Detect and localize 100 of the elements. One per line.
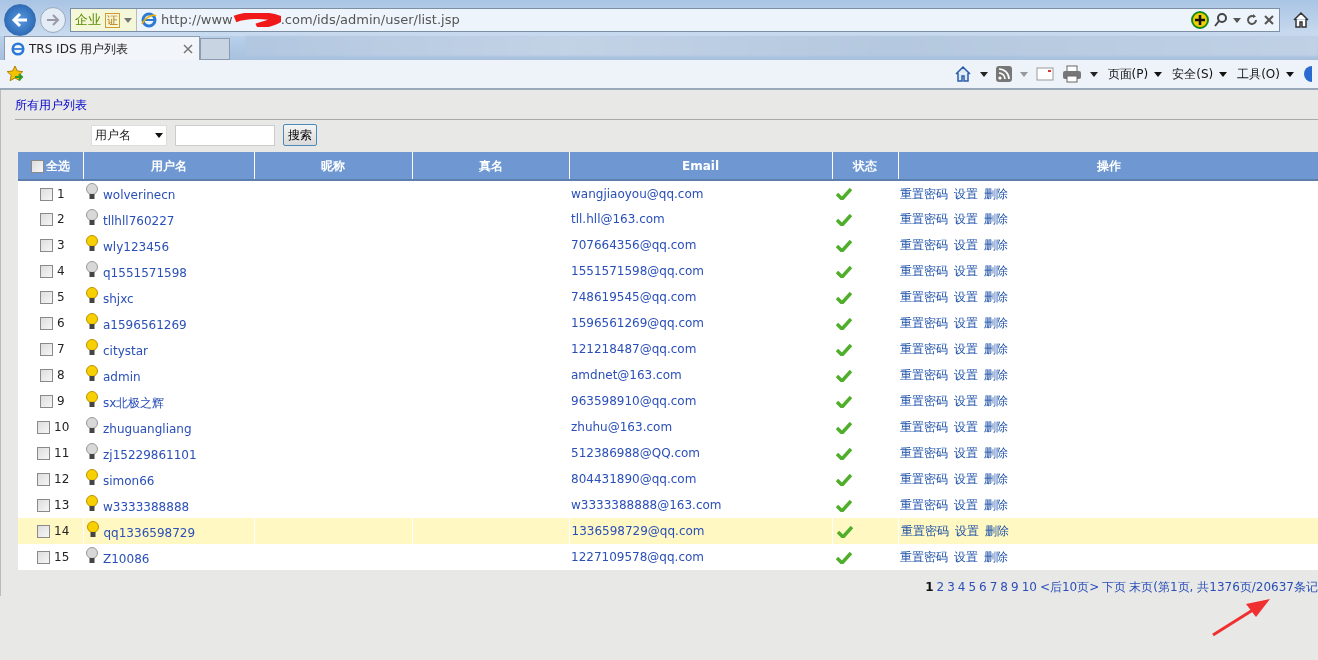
action-link[interactable]: 重置密码 <box>900 420 948 434</box>
checkbox[interactable] <box>37 473 50 486</box>
menu-button[interactable]: 安全(S) <box>1170 65 1216 83</box>
printer-icon[interactable] <box>1061 65 1082 83</box>
page-link[interactable]: 7 <box>989 580 998 594</box>
email-link[interactable]: zhuhu@163.com <box>571 420 673 434</box>
username-link[interactable]: wly123456 <box>103 239 170 254</box>
username-link[interactable]: a1596561269 <box>103 317 187 332</box>
action-link[interactable]: 删除 <box>984 290 1008 304</box>
email-link[interactable]: 512386988@QQ.com <box>571 446 701 460</box>
caret-icon[interactable] <box>979 71 988 77</box>
username-link[interactable]: Z10086 <box>103 551 150 566</box>
email-link[interactable]: tll.hll@163.com <box>571 212 665 226</box>
action-link[interactable]: 重置密码 <box>900 524 949 538</box>
checkbox[interactable] <box>40 265 53 278</box>
action-link[interactable]: 设置 <box>954 316 978 330</box>
search-field[interactable] <box>175 124 275 146</box>
action-link[interactable]: 删除 <box>984 342 1008 356</box>
page-link[interactable]: 3 <box>947 580 955 594</box>
page-link[interactable]: 4 <box>957 580 966 594</box>
page-link[interactable]: 末页 <box>1129 580 1154 594</box>
caret-icon[interactable] <box>1233 17 1241 23</box>
username-link[interactable]: citystar <box>103 343 148 358</box>
caret-icon[interactable] <box>1089 71 1098 77</box>
checkbox[interactable] <box>37 447 50 460</box>
action-link[interactable]: 设置 <box>954 394 978 408</box>
help-icon[interactable] <box>1302 65 1312 83</box>
refresh-icon[interactable] <box>1245 13 1259 27</box>
action-link[interactable]: 设置 <box>954 212 978 226</box>
checkbox[interactable] <box>40 239 53 252</box>
action-link[interactable]: 删除 <box>984 316 1008 330</box>
action-link[interactable]: 设置 <box>954 550 978 564</box>
page-link[interactable]: 10 <box>1021 580 1037 594</box>
browser-tab[interactable]: TRS IDS 用户列表 <box>4 36 200 60</box>
action-link[interactable]: 重置密码 <box>900 368 948 382</box>
checkbox[interactable] <box>37 525 50 538</box>
action-link[interactable]: 删除 <box>984 446 1008 460</box>
action-link[interactable]: 重置密码 <box>900 186 948 201</box>
username-link[interactable]: zhuguangliang <box>103 421 192 436</box>
caret-icon[interactable] <box>1219 71 1228 77</box>
checkbox[interactable] <box>40 395 53 408</box>
username-link[interactable]: simon66 <box>103 473 155 488</box>
menu-button[interactable]: 工具(O) <box>1235 65 1282 83</box>
action-link[interactable]: 设置 <box>954 342 978 356</box>
action-link[interactable]: 设置 <box>954 186 978 201</box>
back-button[interactable] <box>4 4 36 36</box>
email-link[interactable]: 1227109578@qq.com <box>571 550 705 564</box>
checkbox[interactable] <box>37 499 50 512</box>
page-link[interactable]: 下页 <box>1102 580 1127 594</box>
field-select[interactable]: 用户名 <box>91 124 167 146</box>
page-link[interactable]: 8 <box>1000 580 1008 594</box>
checkbox[interactable] <box>40 291 53 304</box>
address-bar[interactable]: 企业 证 http://www .com/ids/admin/user/list.jsp <box>70 8 1280 32</box>
email-link[interactable]: 1596561269@qq.com <box>571 316 705 330</box>
action-link[interactable]: 设置 <box>954 472 978 486</box>
action-link[interactable]: 设置 <box>954 368 978 382</box>
caret-icon[interactable] <box>1286 71 1294 77</box>
username-link[interactable]: admin <box>103 369 141 384</box>
action-link[interactable]: 重置密码 <box>900 394 948 408</box>
email-link[interactable]: wangjiaoyou@qq.com <box>571 186 704 201</box>
action-link[interactable]: 删除 <box>984 472 1008 486</box>
checkbox[interactable] <box>37 421 50 434</box>
action-link[interactable]: 删除 <box>984 238 1008 252</box>
close-icon[interactable] <box>183 43 193 54</box>
action-link[interactable]: 删除 <box>984 498 1008 512</box>
action-link[interactable]: 删除 <box>984 394 1008 408</box>
page-link[interactable]: <后10页> <box>1039 580 1100 594</box>
action-link[interactable]: 重置密码 <box>900 446 948 460</box>
action-link[interactable]: 设置 <box>954 524 979 538</box>
action-link[interactable]: 设置 <box>954 238 978 252</box>
home-icon[interactable] <box>953 65 972 83</box>
page-link[interactable]: 2 <box>936 580 945 594</box>
menu-button[interactable]: 页面(P) <box>1105 65 1151 83</box>
checkbox[interactable] <box>40 213 53 226</box>
action-link[interactable]: 删除 <box>984 368 1008 382</box>
action-link[interactable]: 删除 <box>984 212 1008 226</box>
action-link[interactable]: 设置 <box>954 420 978 434</box>
page-link[interactable]: 9 <box>1011 580 1019 594</box>
username-link[interactable]: zj15229861101 <box>103 447 197 462</box>
checkbox[interactable] <box>40 369 53 382</box>
checkbox[interactable] <box>40 187 53 201</box>
plus-icon[interactable] <box>1191 11 1209 29</box>
action-link[interactable]: 设置 <box>954 498 978 512</box>
action-link[interactable]: 设置 <box>954 290 978 304</box>
email-link[interactable]: 748619545@qq.com <box>571 290 697 304</box>
email-link[interactable]: amdnet@163.com <box>571 368 682 382</box>
action-link[interactable]: 重置密码 <box>900 472 948 486</box>
email-link[interactable]: 707664356@qq.com <box>571 238 697 252</box>
username-link[interactable]: shjxc <box>103 291 134 306</box>
action-link[interactable]: 重置密码 <box>900 212 948 226</box>
action-link[interactable]: 删除 <box>984 550 1008 564</box>
username-link[interactable]: q1551571598 <box>103 265 187 280</box>
search-icon[interactable] <box>1213 12 1229 28</box>
action-link[interactable]: 重置密码 <box>900 264 948 278</box>
action-link[interactable]: 重置密码 <box>900 290 948 304</box>
action-link[interactable]: 重置密码 <box>900 550 948 564</box>
action-link[interactable]: 重置密码 <box>900 342 948 356</box>
email-link[interactable]: w3333388888@163.com <box>571 498 722 512</box>
action-link[interactable]: 重置密码 <box>900 238 948 252</box>
caret-icon[interactable] <box>1154 71 1163 77</box>
